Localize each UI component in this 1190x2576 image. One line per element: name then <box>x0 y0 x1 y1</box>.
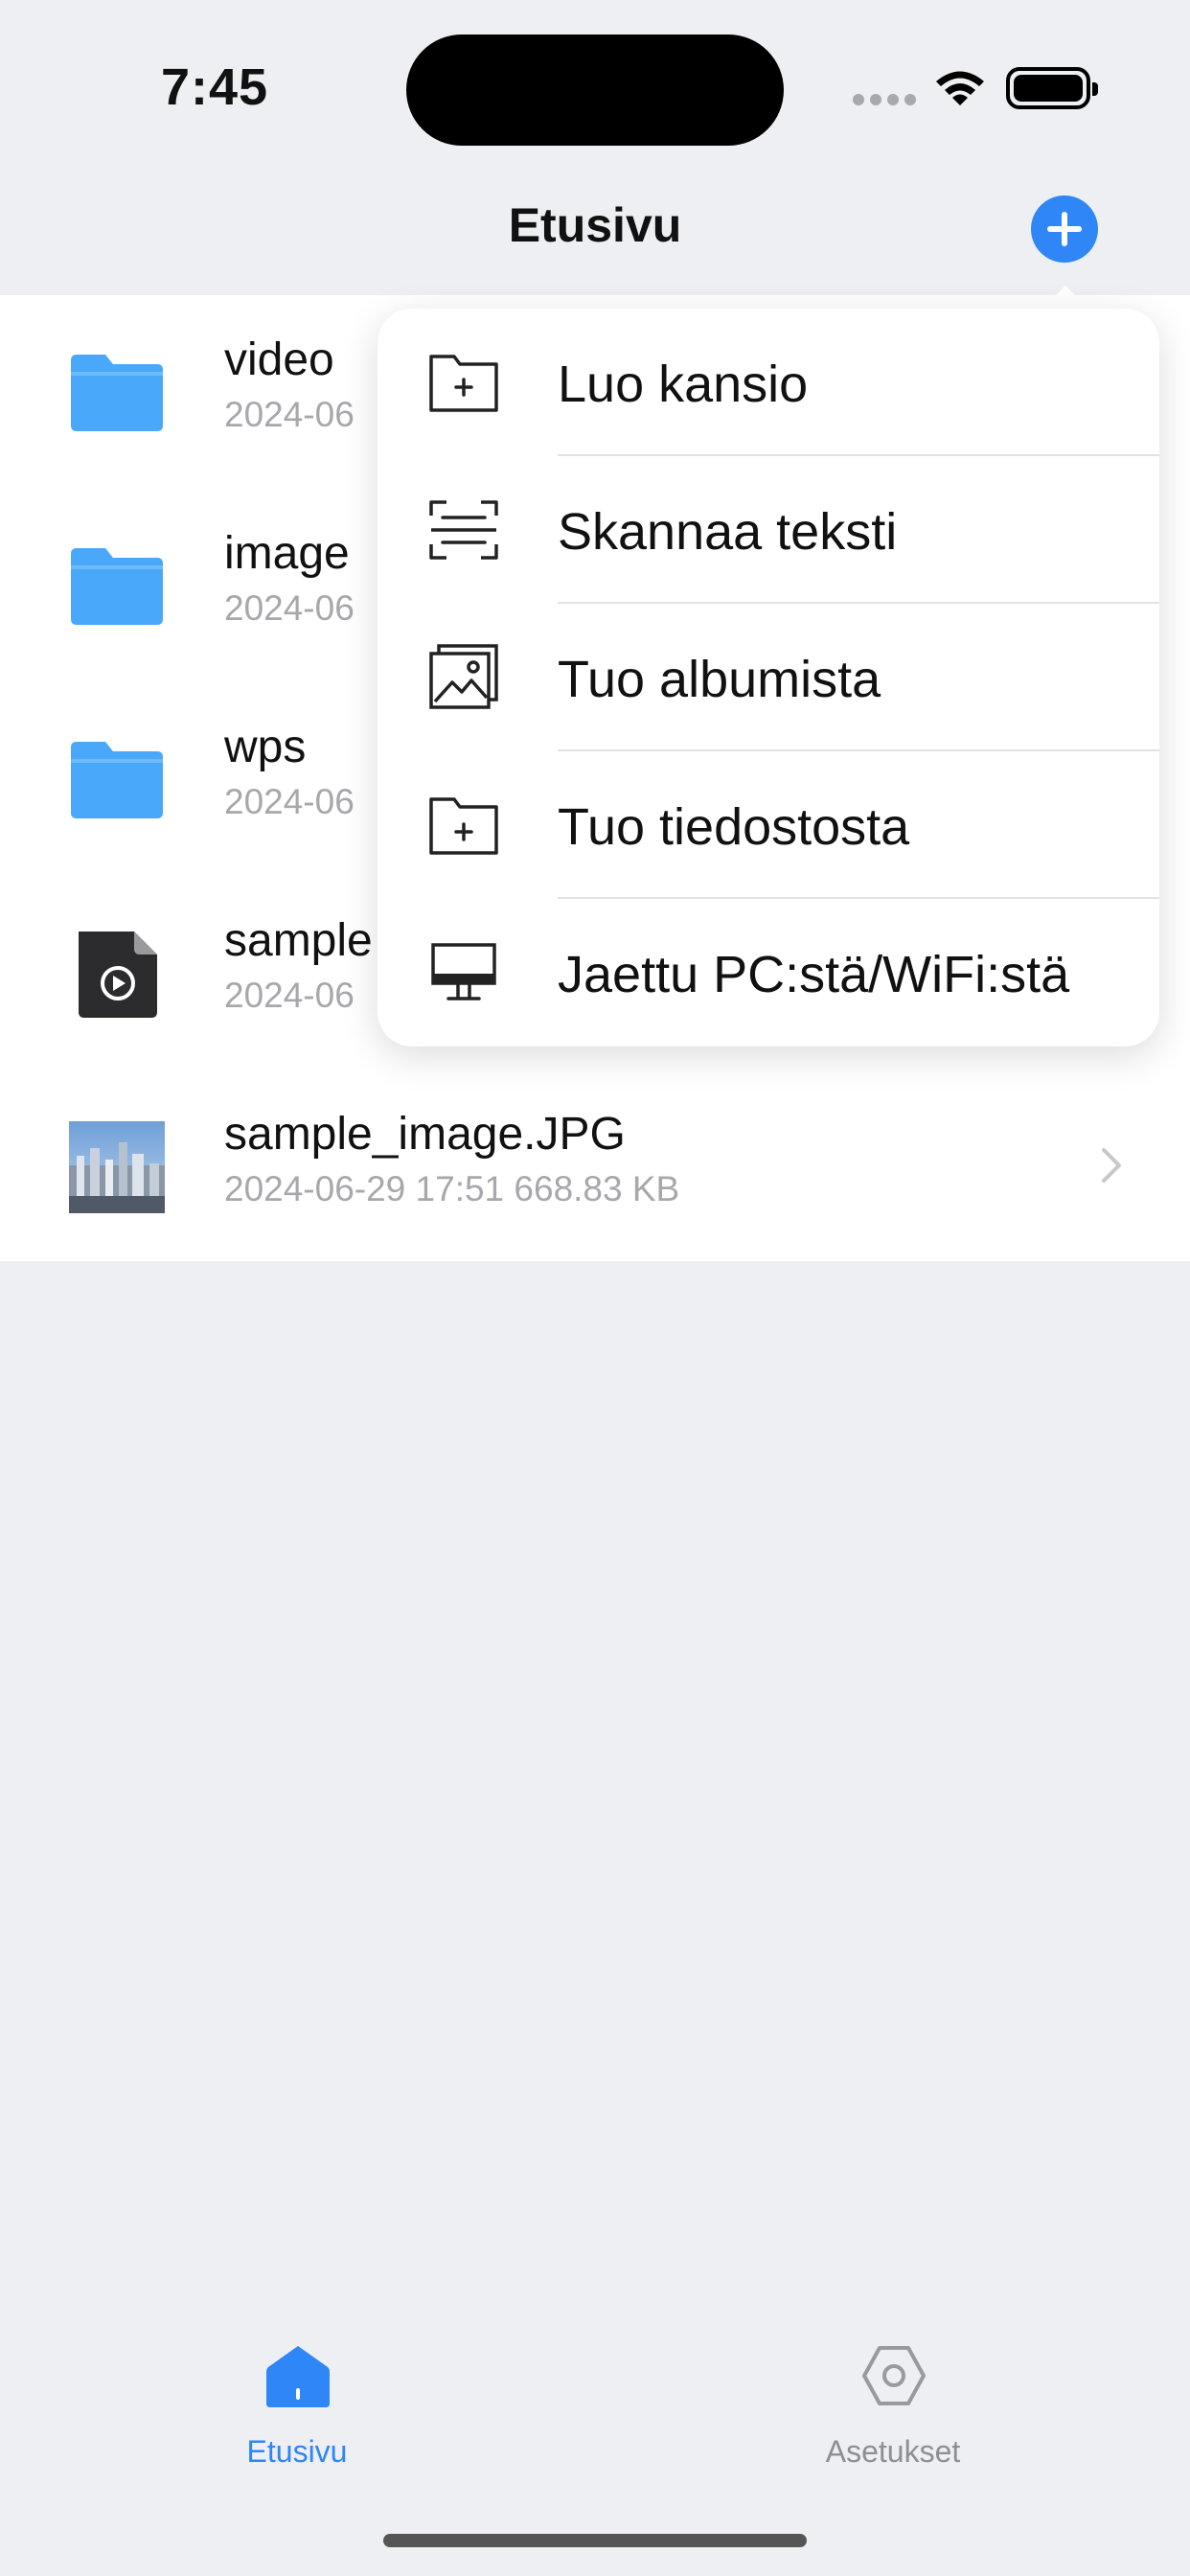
menu-item-scan-text[interactable]: Skannaa teksti <box>378 456 1159 604</box>
menu-item-label: Tuo albumista <box>558 651 881 708</box>
file-meta: 2024-06 <box>224 782 355 821</box>
tab-label: Asetukset <box>825 2434 961 2469</box>
file-name: wps <box>224 722 307 772</box>
tab-label: Etusivu <box>246 2434 348 2469</box>
cellular-signal-icon <box>853 94 916 107</box>
monitor-icon <box>431 943 496 1000</box>
menu-caret <box>1042 286 1088 309</box>
scan-text-icon <box>429 500 498 560</box>
file-name: sample <box>224 915 373 966</box>
tab-home[interactable]: Etusivu <box>153 2338 441 2472</box>
tab-settings[interactable]: Asetukset <box>749 2338 1037 2472</box>
file-name: image <box>224 528 350 579</box>
file-import-icon <box>429 797 498 855</box>
file-meta: 2024-06 <box>224 395 355 434</box>
menu-item-label: Luo kansio <box>558 356 809 413</box>
status-bar: 7:45 <box>0 0 1190 172</box>
menu-item-import-album[interactable]: Tuo albumista <box>378 604 1159 751</box>
folder-icon <box>71 548 163 625</box>
wifi-icon <box>936 71 984 105</box>
dynamic-island <box>406 34 784 146</box>
add-menu: Luo kansio Skannaa teksti Tuo albumista … <box>378 309 1159 1046</box>
image-thumbnail <box>69 1121 165 1213</box>
settings-icon <box>862 2346 926 2405</box>
menu-item-import-file[interactable]: Tuo tiedostosta <box>378 751 1159 899</box>
status-time: 7:45 <box>161 58 269 116</box>
photo-album-icon <box>429 644 498 709</box>
chevron-right-icon <box>1102 1148 1121 1183</box>
file-meta: 2024-06 <box>224 588 355 628</box>
file-name: video <box>224 334 334 385</box>
folder-icon <box>71 742 163 818</box>
menu-item-create-folder[interactable]: Luo kansio <box>378 309 1159 456</box>
menu-item-shared-pc-wifi[interactable]: Jaettu PC:stä/WiFi:stä <box>378 899 1159 1046</box>
page-title: Etusivu <box>508 198 682 252</box>
file-meta: 2024-06 <box>224 976 355 1015</box>
file-row-sample-image[interactable]: sample_image.JPG 2024-06-29 17:51 668.83… <box>0 1070 1190 1263</box>
file-name: sample_image.JPG <box>224 1109 626 1160</box>
menu-item-label: Tuo tiedostosta <box>558 798 910 856</box>
menu-item-label: Skannaa teksti <box>558 503 898 561</box>
video-file-icon <box>79 932 157 1018</box>
file-meta: 2024-06-29 17:51 668.83 KB <box>224 1169 680 1208</box>
menu-item-label: Jaettu PC:stä/WiFi:stä <box>558 946 1070 1003</box>
folder-plus-icon <box>429 355 498 412</box>
battery-icon <box>1006 67 1098 109</box>
add-button[interactable] <box>1031 196 1098 263</box>
folder-icon <box>71 355 163 431</box>
home-icon <box>266 2346 330 2407</box>
home-indicator <box>383 2534 807 2547</box>
